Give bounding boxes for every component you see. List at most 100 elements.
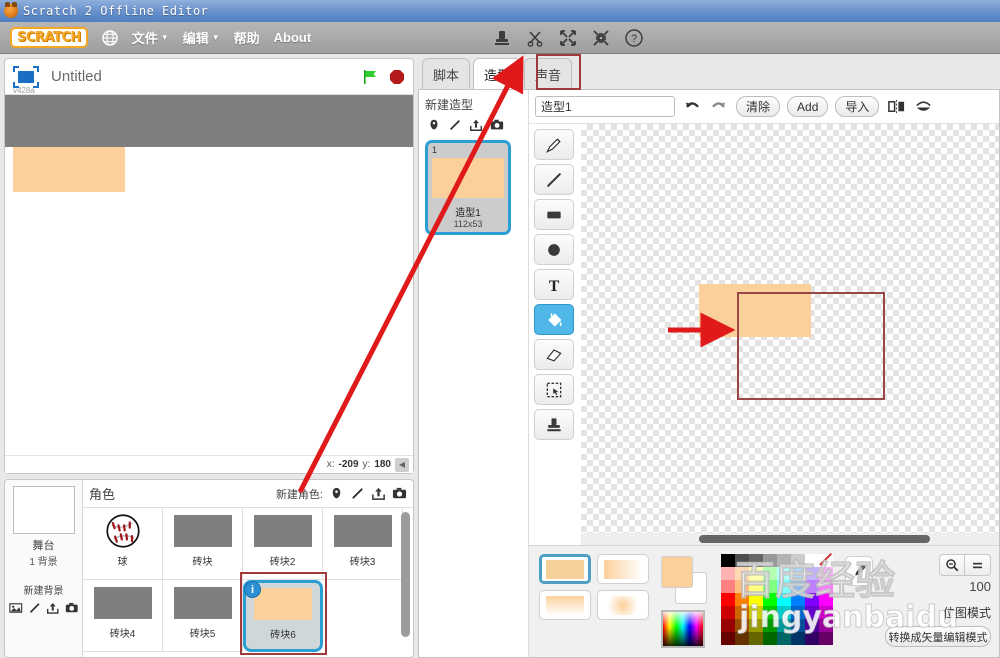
- upload-sprite-icon[interactable]: [371, 486, 386, 501]
- sprite-list-scrollbar[interactable]: [401, 512, 410, 637]
- foreground-color-chip[interactable]: [661, 556, 693, 588]
- palette-color-18[interactable]: [749, 580, 763, 593]
- stop-sign-icon[interactable]: [389, 69, 405, 85]
- stage-canvas[interactable]: [5, 95, 413, 455]
- menu-file[interactable]: 文件 ▼: [132, 28, 169, 47]
- palette-color-39[interactable]: [819, 606, 833, 619]
- palette-color-45[interactable]: [791, 619, 805, 632]
- palette-color-41[interactable]: [735, 619, 749, 632]
- palette-color-15[interactable]: [819, 567, 833, 580]
- palette-color-50[interactable]: [749, 632, 763, 645]
- upload-backdrop-icon[interactable]: [46, 601, 60, 615]
- sprite-library-icon[interactable]: [329, 486, 344, 501]
- palette-color-1[interactable]: [735, 554, 749, 567]
- sprite-item-brick2[interactable]: 砖块2: [243, 508, 323, 580]
- grow-icon[interactable]: [559, 29, 577, 47]
- palette-color-23[interactable]: [819, 580, 833, 593]
- undo-icon[interactable]: [682, 97, 702, 117]
- scratch-logo[interactable]: SCRATCH: [10, 27, 88, 48]
- fullscreen-icon[interactable]: [13, 65, 39, 88]
- palette-color-40[interactable]: [721, 619, 735, 632]
- help-icon[interactable]: ?: [625, 28, 643, 47]
- palette-color-29[interactable]: [791, 593, 805, 606]
- palette-color-19[interactable]: [763, 580, 777, 593]
- palette-color-31[interactable]: [819, 593, 833, 606]
- paint-sprite-icon[interactable]: [350, 486, 365, 501]
- palette-color-27[interactable]: [763, 593, 777, 606]
- radial-gradient-fill-swatch[interactable]: [597, 590, 649, 620]
- palette-color-14[interactable]: [805, 567, 819, 580]
- palette-color-37[interactable]: [791, 606, 805, 619]
- palette-color-26[interactable]: [749, 593, 763, 606]
- palette-color-17[interactable]: [735, 580, 749, 593]
- palette-color-30[interactable]: [805, 593, 819, 606]
- palette-color-34[interactable]: [749, 606, 763, 619]
- stamp-icon[interactable]: [493, 29, 511, 47]
- palette-color-21[interactable]: [791, 580, 805, 593]
- palette-color-52[interactable]: [777, 632, 791, 645]
- palette-color-3[interactable]: [763, 554, 777, 567]
- select-tool[interactable]: [534, 374, 574, 405]
- solid-fill-swatch[interactable]: [539, 554, 591, 584]
- color-palette-grid[interactable]: [721, 554, 833, 645]
- palette-color-16[interactable]: [721, 580, 735, 593]
- palette-color-38[interactable]: [805, 606, 819, 619]
- palette-color-35[interactable]: [763, 606, 777, 619]
- shrink-icon[interactable]: [592, 29, 610, 47]
- zoom-out-icon[interactable]: [939, 554, 965, 576]
- palette-color-0[interactable]: [721, 554, 735, 567]
- import-button[interactable]: 导入: [835, 96, 880, 117]
- costume-library-icon[interactable]: [427, 118, 441, 132]
- canvas-horizontal-scrollbar[interactable]: [581, 533, 999, 545]
- palette-color-10[interactable]: [749, 567, 763, 580]
- project-name[interactable]: Untitled: [51, 68, 361, 85]
- sprite-item-ball[interactable]: 球: [83, 508, 163, 580]
- vertical-gradient-fill-swatch[interactable]: [539, 590, 591, 620]
- camera-backdrop-icon[interactable]: [65, 601, 79, 615]
- tab-costumes[interactable]: 造型: [473, 58, 521, 89]
- sprite-item-brick[interactable]: 砖块: [163, 508, 243, 580]
- palette-color-32[interactable]: [721, 606, 735, 619]
- palette-color-43[interactable]: [763, 619, 777, 632]
- tab-scripts[interactable]: 脚本: [422, 58, 470, 89]
- palette-color-54[interactable]: [805, 632, 819, 645]
- line-tool[interactable]: [534, 164, 574, 195]
- palette-color-36[interactable]: [777, 606, 791, 619]
- text-tool[interactable]: T: [534, 269, 574, 300]
- costume-item-1[interactable]: 1 造型1 112x53: [425, 140, 511, 235]
- palette-color-2[interactable]: [749, 554, 763, 567]
- green-flag-icon[interactable]: [361, 68, 379, 86]
- zoom-reset-icon[interactable]: [965, 554, 991, 576]
- scrollbar-thumb[interactable]: [699, 535, 931, 543]
- backdrop-library-icon[interactable]: [9, 601, 23, 615]
- palette-color-49[interactable]: [735, 632, 749, 645]
- sprite-item-brick5[interactable]: 砖块5: [163, 580, 243, 652]
- paint-costume-icon[interactable]: [448, 118, 462, 132]
- eyedropper-icon[interactable]: [845, 556, 873, 586]
- rainbow-color-picker[interactable]: [661, 610, 705, 648]
- palette-color-55[interactable]: [819, 632, 833, 645]
- palette-color-28[interactable]: [777, 593, 791, 606]
- stage-thumbnail[interactable]: [12, 486, 75, 534]
- palette-color-4[interactable]: [777, 554, 791, 567]
- camera-sprite-icon[interactable]: [392, 486, 407, 501]
- redo-icon[interactable]: [709, 97, 729, 117]
- brush-tool[interactable]: [534, 129, 574, 160]
- rectangle-tool[interactable]: [534, 199, 574, 230]
- menu-help[interactable]: 帮助: [234, 28, 260, 47]
- palette-color-46[interactable]: [805, 619, 819, 632]
- palette-color-13[interactable]: [791, 567, 805, 580]
- ellipse-tool[interactable]: [534, 234, 574, 265]
- palette-color-8[interactable]: [721, 567, 735, 580]
- eraser-tool[interactable]: [534, 339, 574, 370]
- sprite-item-brick4[interactable]: 砖块4: [83, 580, 163, 652]
- horizontal-gradient-fill-swatch[interactable]: [597, 554, 649, 584]
- scissors-icon[interactable]: [526, 29, 544, 47]
- globe-icon[interactable]: [102, 29, 118, 46]
- palette-color-20[interactable]: [777, 580, 791, 593]
- stage-brick-sprite[interactable]: [13, 147, 125, 192]
- palette-color-5[interactable]: [791, 554, 805, 567]
- flip-vertical-icon[interactable]: [913, 97, 933, 117]
- palette-color-51[interactable]: [763, 632, 777, 645]
- palette-color-24[interactable]: [721, 593, 735, 606]
